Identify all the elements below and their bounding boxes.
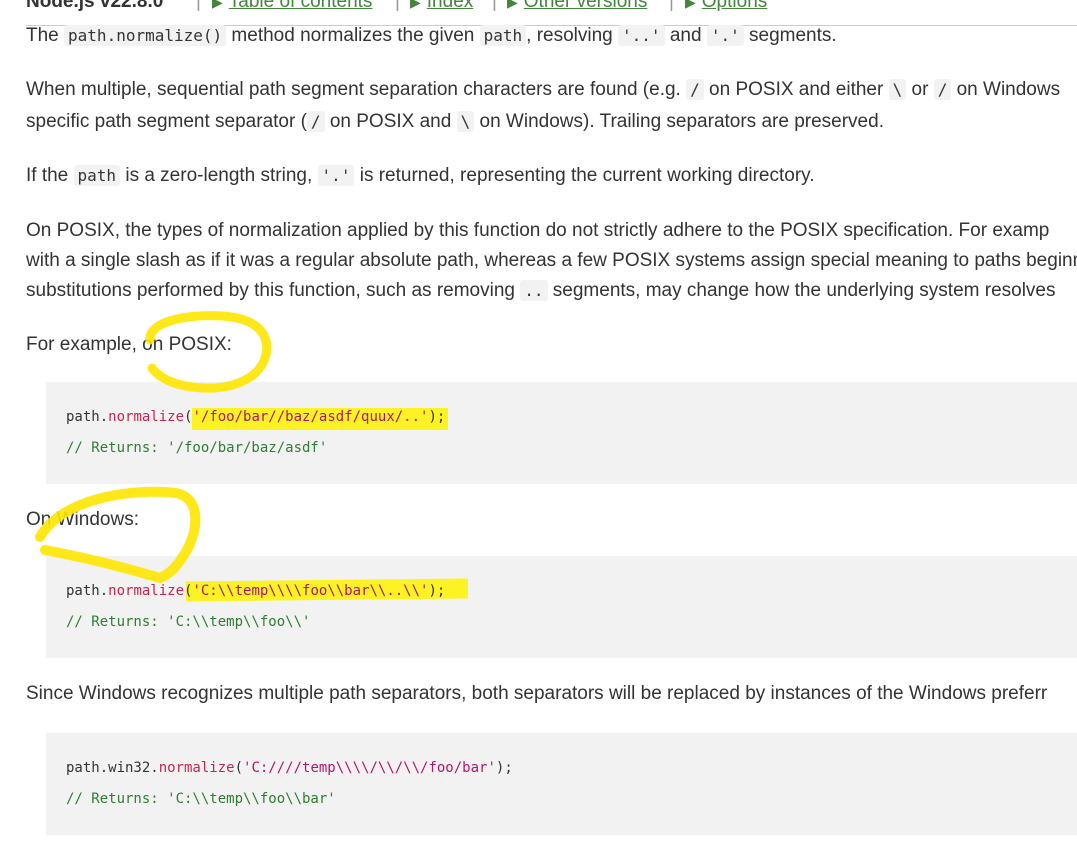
paragraph-posix-line1: On POSIX, the types of normalization app… (26, 220, 1050, 241)
label-example-posix: For example, on POSIX: (26, 334, 232, 355)
inline-code: / (933, 79, 952, 100)
code-comment: // Returns: 'C:\\temp\\foo\\' (66, 614, 311, 630)
paragraph-posix-line3: substitutions performed by this function… (26, 280, 1056, 301)
paragraph-separators-line2: specific path segment separator (/ on PO… (26, 111, 884, 132)
inline-code: / (686, 79, 704, 100)
paragraph-windows-separators: Since Windows recognizes multiple path s… (26, 683, 1048, 704)
code-line: path.normalize('/foo/bar//baz/asdf/quux/… (66, 409, 446, 425)
nav-item-options[interactable]: ▶ Options (685, 0, 767, 13)
inline-code: '..' (618, 25, 665, 46)
code-line: path.normalize('C:\\temp\\\\foo\\bar\\..… (66, 583, 446, 599)
triangle-right-icon: ▶ (212, 0, 223, 10)
nav-separator: | (196, 0, 201, 12)
nav-item-index[interactable]: ▶ Index (410, 0, 473, 13)
inline-code: / (306, 111, 325, 132)
nav-separator: | (492, 0, 497, 12)
triangle-right-icon: ▶ (685, 0, 696, 10)
code-block-posix: path.normalize('/foo/bar//baz/asdf/quux/… (46, 382, 1077, 484)
code-comment: // Returns: '/foo/bar/baz/asdf' (66, 440, 328, 456)
nav-separator: | (395, 0, 400, 12)
inline-code: \ (456, 111, 475, 132)
code-block-win32: path.win32.normalize('C:////temp\\\\/\\/… (46, 733, 1077, 835)
triangle-right-icon: ▶ (410, 0, 421, 10)
nav-separator: | (669, 0, 674, 12)
paragraph-posix-line2: with a single slash as if it was a regul… (26, 250, 1077, 271)
inline-code: path (479, 25, 527, 46)
inline-code: path.normalize() (64, 25, 227, 46)
nav-item-table-of-contents[interactable]: ▶ Table of contents (212, 0, 372, 13)
nav-item-other-versions[interactable]: ▶ Other versions (507, 0, 647, 13)
code-block-windows: path.normalize('C:\\temp\\\\foo\\bar\\..… (46, 556, 1077, 658)
inline-code: '.' (706, 25, 744, 46)
inline-code: '.' (317, 165, 355, 186)
paragraph-intro: The path.normalize() method normalizes t… (26, 25, 837, 46)
page-title: Node.js v22.8.0 (26, 0, 164, 12)
inline-code: path (73, 165, 121, 186)
code-line: path.win32.normalize('C:////temp\\\\/\\/… (66, 760, 513, 776)
label-on-windows: On Windows: (26, 509, 139, 530)
triangle-right-icon: ▶ (507, 0, 518, 10)
code-comment: // Returns: 'C:\\temp\\foo\\bar' (66, 791, 336, 807)
paragraph-separators-line1: When multiple, sequential path segment s… (26, 79, 1061, 100)
inline-code: \ (888, 79, 907, 100)
paragraph-zero-length: If the path is a zero-length string, '.'… (26, 165, 815, 186)
inline-code: .. (520, 280, 548, 301)
